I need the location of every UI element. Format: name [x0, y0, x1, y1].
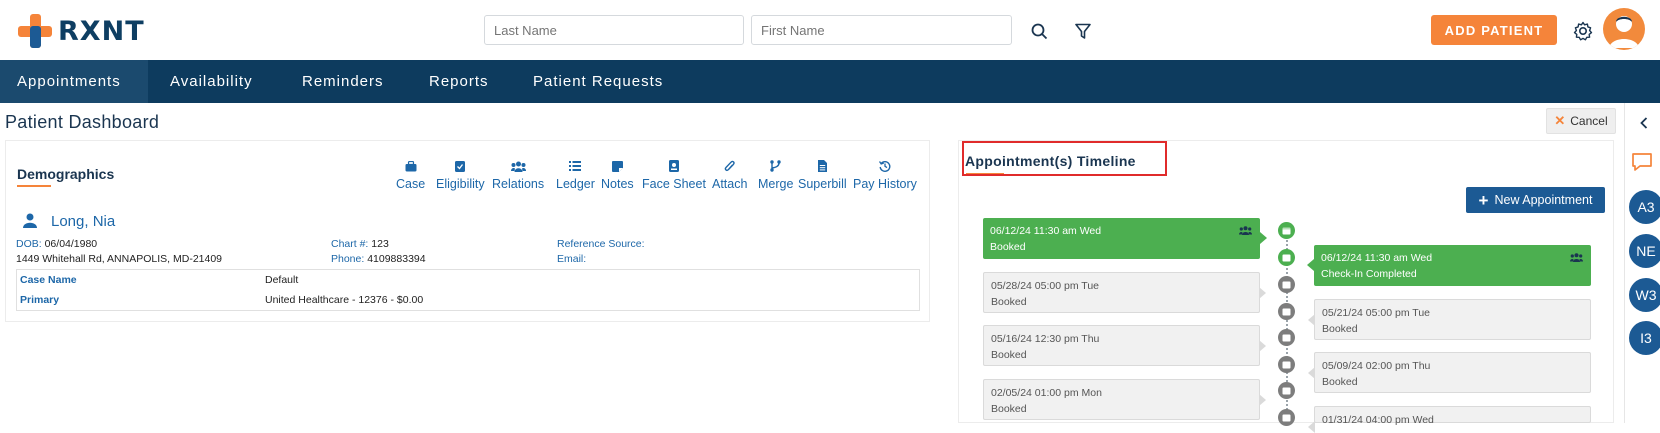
cancel-button[interactable]: ✕ Cancel	[1546, 108, 1616, 134]
last-name-input[interactable]	[484, 15, 744, 45]
chat-icon[interactable]	[1631, 152, 1653, 177]
notes-tool[interactable]: Notes	[601, 159, 634, 191]
merge-tool[interactable]: Merge	[758, 159, 793, 191]
highlight-box	[962, 141, 1167, 176]
attach-tool[interactable]: Attach	[712, 159, 747, 191]
patient-user-icon	[23, 213, 37, 233]
users-icon	[510, 159, 526, 173]
phone-info: Phone: 4109883394	[331, 253, 426, 265]
nav-appointments[interactable]: Appointments	[0, 60, 148, 103]
calendar-icon	[1278, 409, 1295, 426]
rxnt-plus-icon	[18, 14, 52, 48]
new-appointment-button[interactable]: + New Appointment	[1466, 187, 1605, 213]
calendar-icon	[1278, 329, 1295, 346]
gear-icon[interactable]	[1572, 20, 1594, 42]
avatar[interactable]: W3	[1629, 278, 1660, 312]
demographics-panel: Demographics Case Eligibility Relations …	[5, 140, 930, 322]
nav-availability[interactable]: Availability	[153, 60, 270, 103]
calendar-icon	[1278, 303, 1295, 320]
search-icon[interactable]	[1029, 21, 1049, 41]
face-sheet-tool[interactable]: Face Sheet	[642, 159, 706, 191]
title-underline	[17, 185, 51, 187]
cancel-label: Cancel	[1570, 114, 1608, 128]
calendar-icon	[1278, 249, 1295, 266]
table-row: Case Name Default	[20, 274, 299, 286]
nav-reports[interactable]: Reports	[412, 60, 506, 103]
chart-info: Chart #: 123	[331, 238, 389, 250]
case-tool[interactable]: Case	[396, 159, 425, 191]
calendar-icon	[1278, 276, 1295, 293]
superbill-tool[interactable]: Superbill	[798, 159, 847, 191]
chevron-left-icon[interactable]	[1639, 116, 1649, 134]
appointment-card[interactable]: 06/12/24 11:30 am Wed Booked	[983, 218, 1267, 259]
calendar-icon	[1278, 222, 1295, 239]
appointment-card[interactable]: 05/16/24 12:30 pm Thu Booked	[983, 325, 1266, 366]
logo-text: RXNT	[58, 15, 145, 47]
page-title: Patient Dashboard	[5, 112, 160, 132]
email-info: Email:	[557, 253, 587, 265]
dob-info: DOB: 06/04/1980	[16, 238, 98, 250]
paperclip-icon	[724, 159, 735, 173]
ledger-tool[interactable]: Ledger	[556, 159, 595, 191]
case-table: Case Name Default Primary United Healthc…	[16, 269, 920, 311]
plus-icon: +	[1478, 190, 1489, 210]
relations-tool[interactable]: Relations	[492, 159, 544, 191]
main-nav: Appointments Availability Reminders Repo…	[0, 60, 1660, 103]
nav-reminders[interactable]: Reminders	[285, 60, 401, 103]
appointment-card[interactable]: 01/31/24 04:00 pm Wed	[1308, 406, 1591, 433]
table-row: Primary United Healthcare - 12376 - $0.0…	[20, 294, 424, 306]
briefcase-icon	[405, 159, 417, 173]
nav-patient-requests[interactable]: Patient Requests	[516, 60, 680, 103]
appointment-card[interactable]: 06/12/24 11:30 am Wed Check-In Completed	[1307, 245, 1591, 286]
appointment-card[interactable]: 02/05/24 01:00 pm Mon Booked	[983, 379, 1266, 420]
merge-icon	[770, 159, 781, 173]
first-name-input[interactable]	[751, 15, 1012, 45]
group-icon	[1239, 224, 1252, 240]
add-patient-button[interactable]: ADD PATIENT	[1431, 15, 1557, 45]
calendar-icon	[1278, 356, 1295, 373]
list-icon	[569, 159, 582, 173]
top-bar: RXNT ADD PATIENT	[0, 0, 1660, 60]
pay-history-tool[interactable]: Pay History	[853, 159, 917, 191]
avatar[interactable]: NE	[1629, 234, 1660, 268]
note-icon	[611, 159, 623, 173]
document-icon	[817, 159, 827, 173]
address-info: 1449 Whitehall Rd, ANNAPOLIS, MD-21409	[16, 253, 223, 265]
appointment-card[interactable]: 05/28/24 05:00 pm Tue Booked	[983, 272, 1266, 313]
filter-icon[interactable]	[1073, 21, 1093, 41]
avatar[interactable]: I3	[1629, 321, 1660, 355]
reference-source-info: Reference Source:	[557, 238, 645, 250]
patient-name[interactable]: Long, Nia	[51, 213, 115, 230]
user-avatar[interactable]	[1603, 8, 1645, 50]
appointment-card[interactable]: 05/09/24 02:00 pm Thu Booked	[1308, 352, 1591, 393]
calendar-icon	[1278, 382, 1295, 399]
clipboard-check-icon	[455, 159, 466, 173]
history-icon	[878, 159, 891, 173]
rxnt-logo[interactable]: RXNT	[18, 14, 145, 48]
group-icon	[1570, 251, 1583, 267]
eligibility-tool[interactable]: Eligibility	[436, 159, 485, 191]
avatar[interactable]: A3	[1629, 190, 1660, 224]
demographics-title: Demographics	[17, 166, 115, 182]
appointment-card[interactable]: 05/21/24 05:00 pm Tue Booked	[1308, 299, 1591, 340]
id-card-icon	[668, 159, 679, 173]
close-icon: ✕	[1554, 113, 1566, 128]
